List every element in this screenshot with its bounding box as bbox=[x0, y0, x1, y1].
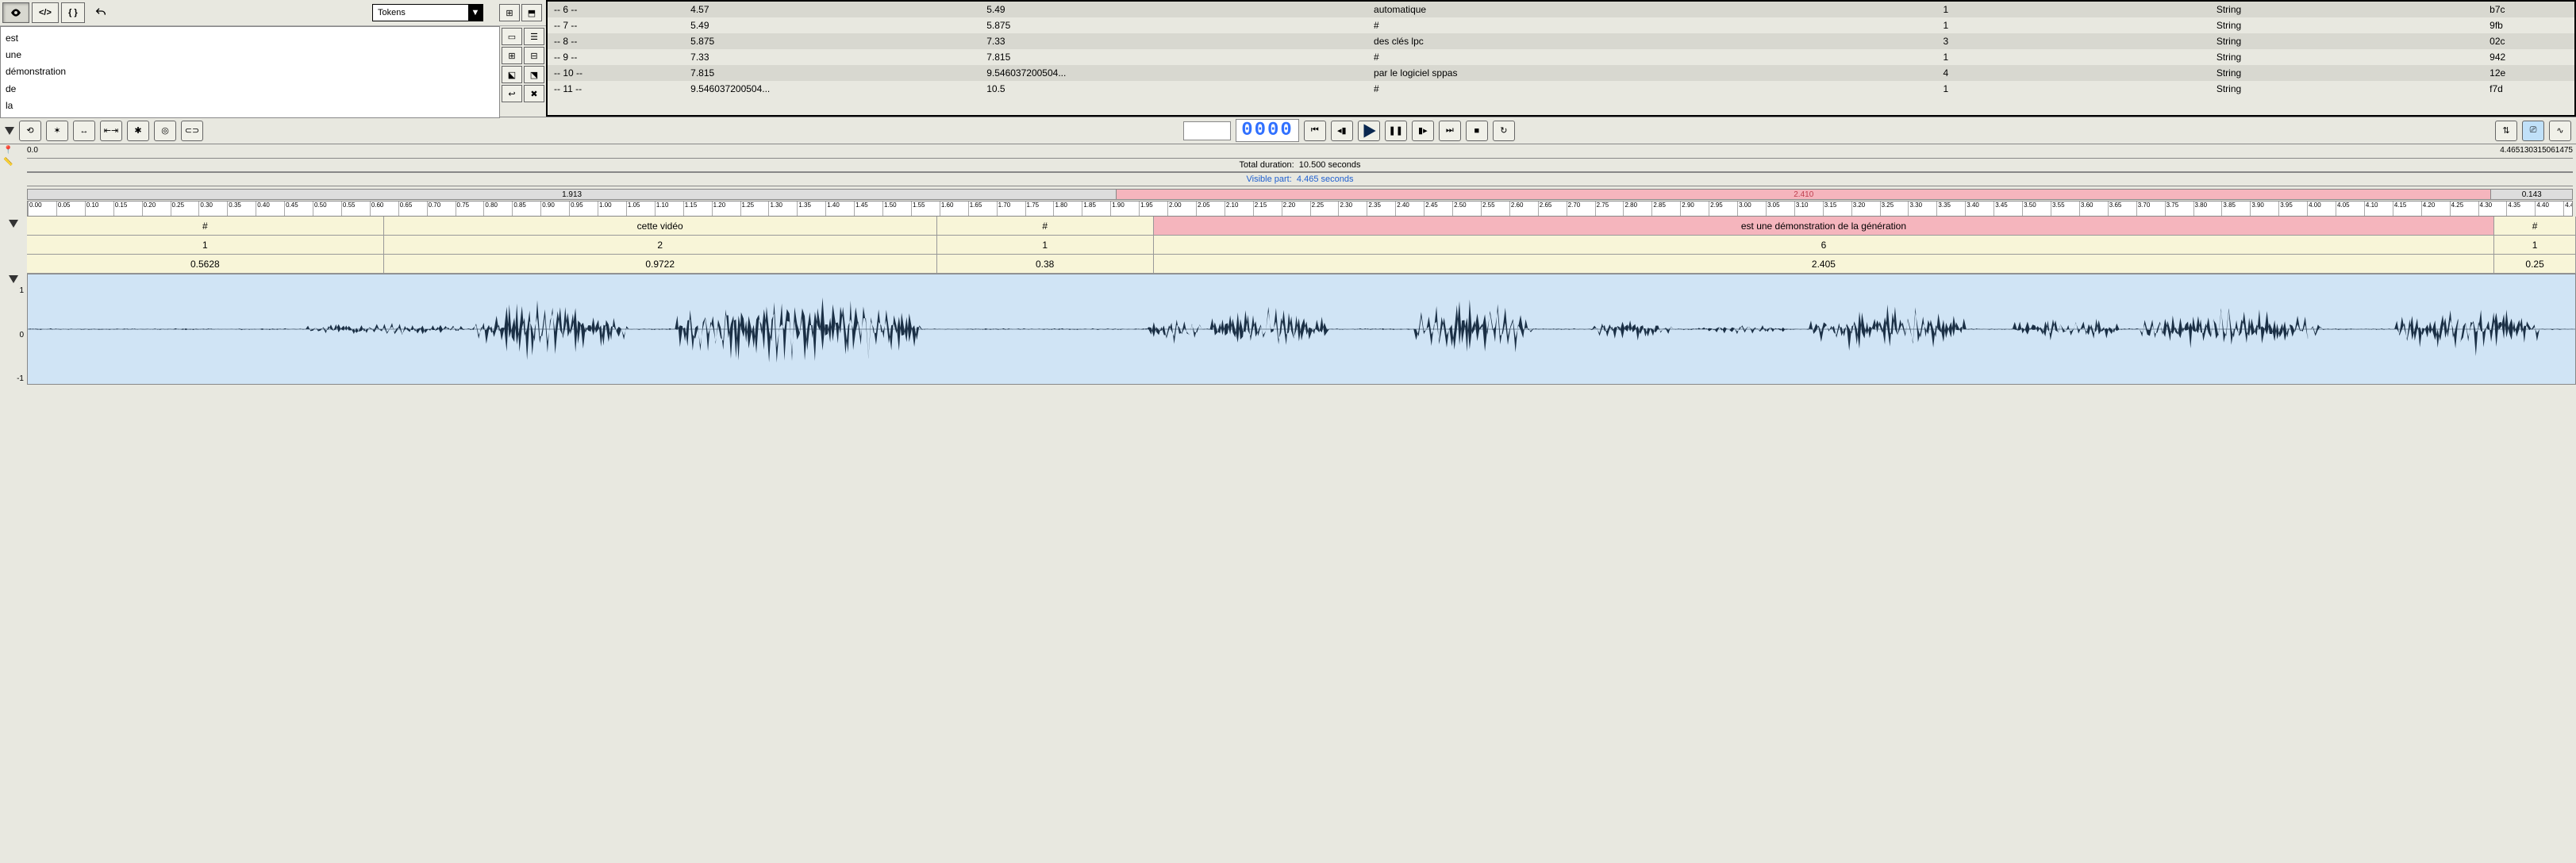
step-back-icon[interactable]: ◂▮ bbox=[1331, 121, 1353, 141]
view-mode-braces[interactable]: { } bbox=[61, 2, 85, 23]
add-row-button[interactable]: ⊞ bbox=[499, 4, 520, 21]
undo-button[interactable] bbox=[88, 2, 113, 23]
zoom-fit-icon[interactable]: ⟲ bbox=[19, 121, 41, 141]
collapse-toggle[interactable] bbox=[5, 127, 14, 135]
tier-cell[interactable]: 0.38 bbox=[937, 255, 1154, 273]
token-item[interactable]: est bbox=[4, 30, 496, 47]
wave-scale-bot: -1 bbox=[17, 374, 24, 383]
play-icon[interactable] bbox=[1358, 121, 1380, 141]
table-row[interactable]: -- 8 --5.8757.33des clés lpc3String02c bbox=[548, 33, 2574, 49]
stop-icon[interactable]: ■ bbox=[1466, 121, 1488, 141]
tier-cell[interactable]: 0.25 bbox=[2494, 255, 2576, 273]
panel-btn-3[interactable]: ⊞ bbox=[502, 47, 522, 64]
wave-collapse[interactable] bbox=[9, 275, 18, 283]
step-fwd-icon[interactable]: ▮▸ bbox=[1412, 121, 1434, 141]
ruler-icon: 📏 bbox=[3, 158, 27, 186]
link-icon[interactable]: ⊂⊃ bbox=[181, 121, 203, 141]
zoom-horiz-icon[interactable]: ↔ bbox=[73, 121, 95, 141]
panel-btn-2[interactable]: ☰ bbox=[524, 28, 544, 45]
import-button[interactable]: ⬒ bbox=[521, 4, 542, 21]
table-row[interactable]: -- 11 --9.546037200504...10.5#1Stringf7d bbox=[548, 81, 2574, 97]
panel-btn-1[interactable]: ▭ bbox=[502, 28, 522, 45]
target-icon[interactable]: ◎ bbox=[154, 121, 176, 141]
tier-cell[interactable]: 0.5628 bbox=[27, 255, 384, 273]
tier-cell[interactable]: 2.405 bbox=[1154, 255, 2495, 273]
view-mode-code[interactable]: </> bbox=[32, 2, 59, 23]
position-end: 4.465130315061475 bbox=[2500, 146, 2573, 155]
panel-btn-6[interactable]: ⬔ bbox=[524, 66, 544, 83]
annotation-table[interactable]: -- 6 --4.575.49automatique1Stringb7c-- 7… bbox=[546, 0, 2576, 117]
view-mode-eye[interactable] bbox=[2, 2, 29, 23]
table-row[interactable]: -- 10 --7.8159.546037200504...par le log… bbox=[548, 65, 2574, 81]
wave-toggle-icon[interactable]: ∿ bbox=[2549, 121, 2571, 141]
tier-cell[interactable]: cette vidéo bbox=[384, 217, 937, 235]
table-row[interactable]: -- 6 --4.575.49automatique1Stringb7c bbox=[548, 2, 2574, 17]
wave-scale-mid: 0 bbox=[19, 331, 24, 339]
zoom-out-horiz-icon[interactable]: ⇤⇥ bbox=[100, 121, 122, 141]
loop-icon[interactable]: ↻ bbox=[1493, 121, 1515, 141]
table-row[interactable]: -- 9 --7.337.815#1String942 bbox=[548, 49, 2574, 65]
pause-icon[interactable]: ❚❚ bbox=[1385, 121, 1407, 141]
tier-cell[interactable]: 0.9722 bbox=[384, 255, 937, 273]
tier-cell[interactable]: # bbox=[27, 217, 384, 235]
visible-info: Visible part: 4.465 seconds bbox=[27, 172, 2573, 186]
tier-cell[interactable]: 6 bbox=[1154, 236, 2495, 254]
tier-cell[interactable]: 1 bbox=[27, 236, 384, 254]
snap-icon[interactable]: ⎚ bbox=[2522, 121, 2544, 141]
token-item[interactable]: la bbox=[4, 98, 496, 114]
tier-collapse[interactable] bbox=[9, 220, 18, 228]
ffwd-icon[interactable]: ⏭ bbox=[1439, 121, 1461, 141]
tier-cell[interactable]: est une démonstration de la génération bbox=[1154, 217, 2495, 235]
zoom-center-icon[interactable]: ✱ bbox=[127, 121, 149, 141]
wave-scale-top: 1 bbox=[19, 286, 24, 295]
tier-cell[interactable]: 2 bbox=[384, 236, 937, 254]
time-ruler[interactable]: 0.000.050.100.150.200.250.300.350.400.45… bbox=[27, 201, 2573, 217]
tier-cell[interactable]: # bbox=[937, 217, 1154, 235]
panel-btn-5[interactable]: ⬕ bbox=[502, 66, 522, 83]
marker-icon[interactable]: 📍 bbox=[3, 146, 27, 155]
time-display: 0000 bbox=[1236, 119, 1299, 142]
annotation-tiers[interactable]: #cette vidéo#est une démonstration de la… bbox=[27, 217, 2576, 274]
token-text-panel[interactable]: est une démonstration de la bbox=[0, 26, 500, 118]
token-item[interactable]: démonstration bbox=[4, 63, 496, 80]
duration-info: Total duration: 10.500 seconds bbox=[27, 158, 2573, 172]
tier-cell[interactable]: # bbox=[2494, 217, 2576, 235]
table-row[interactable]: -- 7 --5.495.875#1String9fb bbox=[548, 17, 2574, 33]
token-item[interactable]: une bbox=[4, 47, 496, 63]
rewind-start-icon[interactable]: ⏮ bbox=[1304, 121, 1326, 141]
waveform-canvas[interactable] bbox=[27, 274, 2576, 385]
sort-icon[interactable]: ⇅ bbox=[2495, 121, 2517, 141]
tier-cell[interactable]: 1 bbox=[2494, 236, 2576, 254]
panel-btn-4[interactable]: ⊟ bbox=[524, 47, 544, 64]
zoom-sel-icon[interactable]: ✶ bbox=[46, 121, 68, 141]
overview-scrollbar[interactable]: 1.913 2.410 0.143 bbox=[27, 189, 2573, 200]
tier-cell[interactable]: 1 bbox=[937, 236, 1154, 254]
panel-btn-8[interactable]: ✖ bbox=[524, 85, 544, 102]
position-start: 0.0 bbox=[27, 146, 38, 155]
dropdown-value: Tokens bbox=[373, 8, 468, 17]
token-item[interactable]: de bbox=[4, 81, 496, 98]
tier-dropdown[interactable]: Tokens ▼ bbox=[372, 4, 483, 21]
panel-btn-7[interactable]: ↩ bbox=[502, 85, 522, 102]
chevron-down-icon: ▼ bbox=[468, 5, 483, 21]
